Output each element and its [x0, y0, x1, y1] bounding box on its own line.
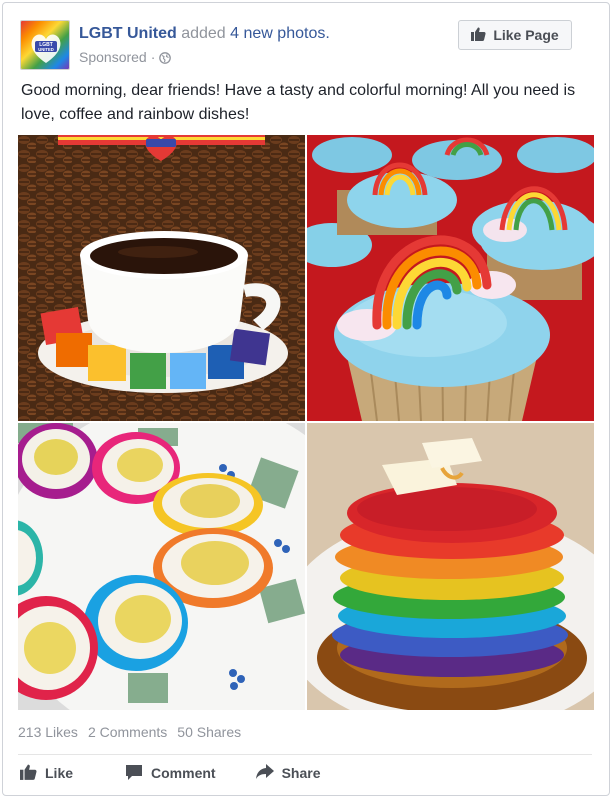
like-button[interactable]: Like — [20, 764, 73, 783]
like-page-label: Like Page — [493, 27, 559, 43]
actions-divider — [18, 754, 592, 755]
thumbs-up-icon — [20, 764, 37, 783]
post-header: LGBT United added 4 new photos. — [79, 25, 330, 43]
photo-coffee[interactable] — [18, 135, 305, 421]
shares-count[interactable]: 50 Shares — [177, 724, 241, 740]
action-bar: Like Comment Share — [18, 760, 592, 786]
photo-pancakes[interactable] — [307, 423, 594, 710]
like-page-button[interactable]: Like Page — [458, 20, 572, 50]
comment-label: Comment — [151, 765, 216, 781]
globe-icon[interactable] — [159, 51, 172, 64]
page-name-link[interactable]: LGBT United — [79, 25, 177, 42]
photo-cupcakes[interactable] — [307, 135, 594, 421]
header-action-text: added — [176, 25, 231, 42]
share-button[interactable]: Share — [255, 764, 321, 782]
share-label: Share — [281, 765, 321, 781]
engagement-stats: 213 Likes 2 Comments 50 Shares — [18, 724, 241, 740]
share-arrow-icon — [255, 764, 274, 782]
separator-dot: · — [150, 49, 156, 65]
like-label: Like — [45, 765, 74, 781]
thumbs-up-icon — [471, 27, 486, 44]
comments-count[interactable]: 2 Comments — [88, 724, 167, 740]
photo-eggs[interactable] — [18, 423, 305, 710]
lgbt-united-logo: LGBT UNITED — [21, 21, 69, 69]
svg-text:UNITED: UNITED — [38, 47, 54, 52]
page-avatar[interactable]: LGBT UNITED — [20, 20, 70, 70]
sponsored-label[interactable]: Sponsored — [79, 49, 147, 65]
post-text: Good morning, dear friends! Have a tasty… — [21, 82, 576, 123]
likes-count[interactable]: 213 Likes — [18, 724, 78, 740]
sponsored-line: Sponsored · — [79, 49, 172, 65]
comment-icon — [125, 764, 143, 783]
comment-button[interactable]: Comment — [125, 764, 216, 783]
photo-count-link[interactable]: 4 new photos. — [230, 25, 330, 42]
